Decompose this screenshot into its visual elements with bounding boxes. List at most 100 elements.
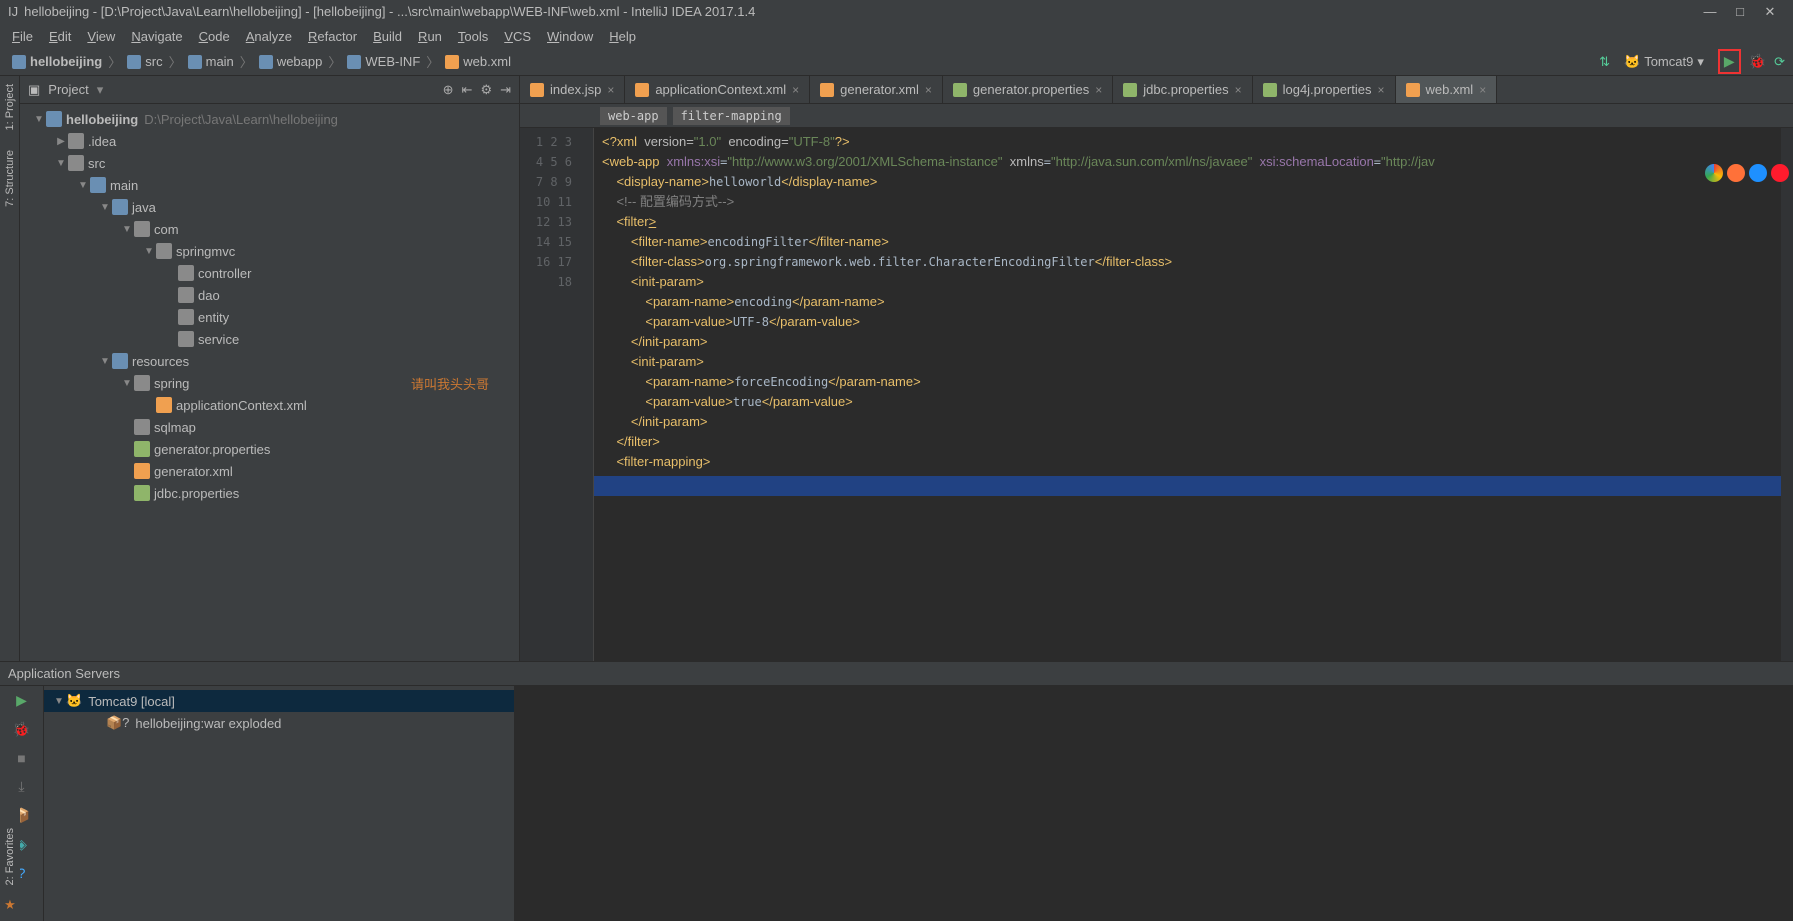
tree-arrow-icon[interactable]: ▼ [120,224,134,235]
breadcrumb-item[interactable]: webapp [255,54,327,69]
menu-run[interactable]: Run [410,29,450,44]
chevron-down-icon: ▾ [1697,54,1704,70]
editor-tab[interactable]: web.xml× [1396,76,1498,103]
menu-build[interactable]: Build [365,29,410,44]
menu-window[interactable]: Window [539,29,601,44]
editor-tab[interactable]: applicationContext.xml× [625,76,810,103]
tree-row[interactable]: applicationContext.xml [20,394,519,416]
stop-button[interactable]: ⟳ [1774,54,1785,70]
breadcrumb-item[interactable]: hellobeijing [8,54,106,69]
breadcrumb-item[interactable]: main [184,54,238,69]
side-tab[interactable]: 1: Project [4,84,16,130]
project-dropdown-icon[interactable]: ▾ [97,82,104,98]
gear-icon[interactable]: ⚙ [480,82,492,98]
opera-icon[interactable] [1771,164,1789,182]
minimize-button[interactable]: — [1695,0,1725,24]
updates-icon[interactable]: ⇅ [1599,54,1610,70]
tree-label: main [110,178,138,193]
collapse-icon[interactable]: ⇤ [462,82,473,98]
menu-refactor[interactable]: Refactor [300,29,365,44]
tree-row[interactable]: ▶.idea [20,130,519,152]
side-tab[interactable]: 7: Structure [4,150,16,207]
breadcrumb-item[interactable]: web.xml [441,54,515,69]
tree-arrow-icon[interactable]: ▼ [98,356,112,367]
tree-arrow-icon[interactable]: ▼ [120,378,134,389]
editor-tab[interactable]: index.jsp× [520,76,625,103]
editor-crumb[interactable]: filter-mapping [673,107,790,125]
close-icon[interactable]: × [1479,83,1486,97]
close-icon[interactable]: × [925,83,932,97]
tree-row[interactable]: ▼java [20,196,519,218]
menu-view[interactable]: View [79,29,123,44]
code-text[interactable]: <?xml version="1.0" encoding="UTF-8"?> <… [594,128,1781,661]
server-row[interactable]: 📦?hellobeijing:war exploded [44,712,514,734]
editor-crumb[interactable]: web-app [600,107,667,125]
menu-file[interactable]: File [4,29,41,44]
server-deploy-button[interactable]: ⤓ [18,778,24,795]
tree-row[interactable]: generator.xml [20,460,519,482]
minimap[interactable] [1781,128,1793,661]
server-debug-button[interactable]: 🐞 [13,721,30,738]
close-icon[interactable]: × [607,83,614,97]
tree-arrow-icon[interactable]: ▼ [32,114,46,125]
tree-arrow-icon[interactable]: ▼ [98,202,112,213]
firefox-icon[interactable] [1727,164,1745,182]
folder-icon [112,353,128,369]
server-run-button[interactable]: ▶ [16,692,27,709]
server-stop-button[interactable]: ■ [17,750,25,766]
favorites-tab[interactable]: 2: Favorites [4,828,16,885]
tree-arrow-icon[interactable]: ▼ [142,246,156,257]
tree-row[interactable]: jdbc.properties [20,482,519,504]
close-icon[interactable]: × [1377,83,1384,97]
tree-arrow-icon[interactable]: ▼ [52,696,66,707]
project-tree[interactable]: ▼hellobeijingD:\Project\Java\Learn\hello… [20,104,519,661]
tree-row[interactable]: sqlmap [20,416,519,438]
run-config-selector[interactable]: 🐱 Tomcat9 ▾ [1618,52,1710,72]
menu-code[interactable]: Code [191,29,238,44]
menu-analyze[interactable]: Analyze [238,29,300,44]
menu-navigate[interactable]: Navigate [123,29,190,44]
tree-row[interactable]: ▼com [20,218,519,240]
tree-row[interactable]: ▼hellobeijingD:\Project\Java\Learn\hello… [20,108,519,130]
debug-button[interactable]: 🐞 [1749,53,1766,70]
menu-tools[interactable]: Tools [450,29,496,44]
editor-tab[interactable]: log4j.properties× [1253,76,1396,103]
server-row[interactable]: ▼🐱Tomcat9 [local] [44,690,514,712]
tree-arrow-icon[interactable]: ▼ [76,180,90,191]
menu-help[interactable]: Help [601,29,644,44]
pkg-icon [134,221,150,237]
editor-tab[interactable]: generator.properties× [943,76,1113,103]
tree-arrow-icon[interactable]: ▼ [54,158,68,169]
safari-icon[interactable] [1749,164,1767,182]
breadcrumb-item[interactable]: WEB-INF [343,54,424,69]
close-icon[interactable]: × [1235,83,1242,97]
close-icon[interactable]: × [1095,83,1102,97]
server-tree[interactable]: ▼🐱Tomcat9 [local]📦?hellobeijing:war expl… [44,686,514,921]
maximize-button[interactable]: □ [1725,0,1755,24]
tree-row[interactable]: ▼src [20,152,519,174]
close-button[interactable]: ✕ [1755,0,1785,24]
editor-tab[interactable]: generator.xml× [810,76,943,103]
menu-vcs[interactable]: VCS [496,29,539,44]
chrome-icon[interactable] [1705,164,1723,182]
locate-icon[interactable]: ⊕ [443,82,454,98]
run-button[interactable]: ▶ [1718,49,1741,74]
tree-row[interactable]: entity [20,306,519,328]
tree-arrow-icon[interactable]: ▶ [54,136,68,147]
tree-row[interactable]: ▼springmvc [20,240,519,262]
tree-row[interactable]: dao [20,284,519,306]
menu-edit[interactable]: Edit [41,29,79,44]
breadcrumb-item[interactable]: src [123,54,166,69]
tree-row[interactable]: service [20,328,519,350]
tree-row[interactable]: ▼ main [20,174,519,196]
close-icon[interactable]: × [792,83,799,97]
xml-icon [156,397,172,413]
editor-tab[interactable]: jdbc.properties× [1113,76,1252,103]
tree-row[interactable]: generator.properties [20,438,519,460]
tree-row[interactable]: ▼resources [20,350,519,372]
hide-icon[interactable]: ⇥ [500,82,511,98]
tree-row[interactable]: controller [20,262,519,284]
code-area[interactable]: 1 2 3 4 5 6 7 8 9 10 11 12 13 14 15 16 1… [520,128,1793,661]
star-icon[interactable]: ★ [4,897,16,913]
fold-column[interactable] [580,128,594,661]
